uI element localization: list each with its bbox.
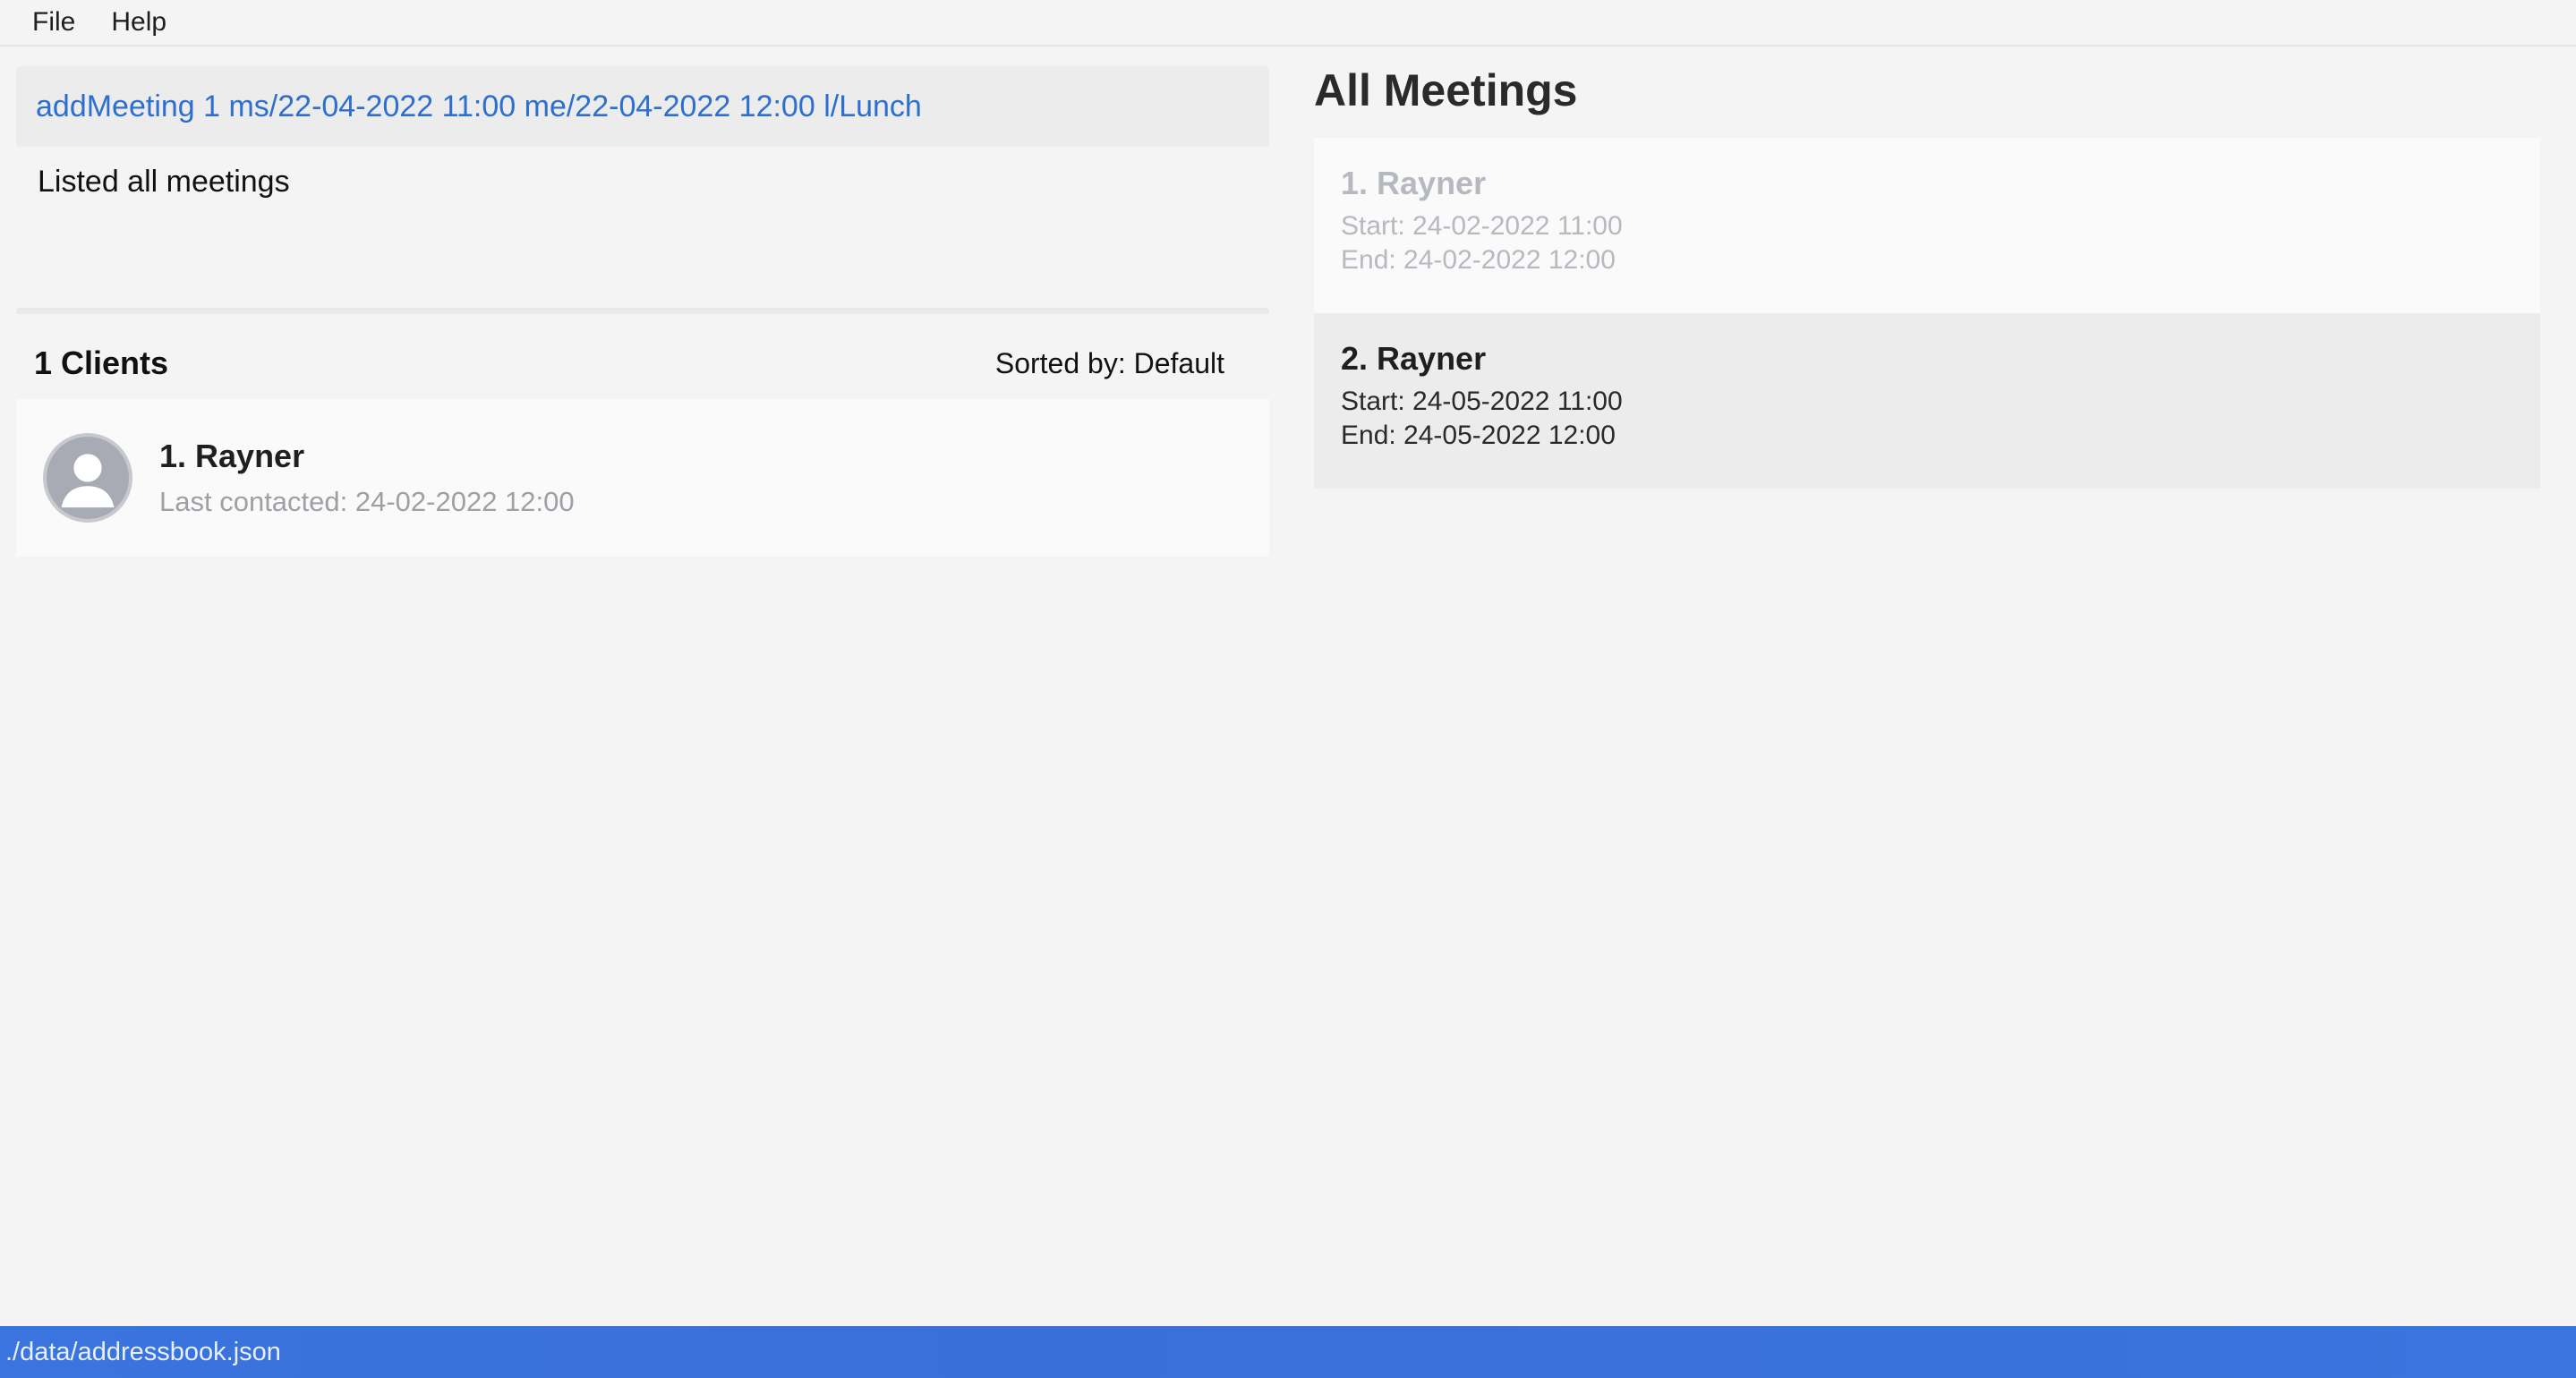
meeting-title: 2. Rayner (1341, 340, 1487, 377)
command-input[interactable]: addMeeting 1 ms/22-04-2022 11:00 me/22-0… (16, 66, 1269, 147)
client-name: 1. Rayner (159, 438, 305, 474)
meeting-end: End: 24-02-2022 12:00 (1341, 245, 1616, 275)
result-display: Listed all meetings (16, 152, 1269, 310)
status-file-path: ./data/addressbook.json (5, 1337, 281, 1366)
meetings-title: All Meetings (1314, 65, 1578, 115)
status-bar: ./data/addressbook.json (0, 1326, 2576, 1378)
meeting-start: Start: 24-05-2022 11:00 (1341, 387, 1623, 416)
meeting-card[interactable]: 2. Rayner Start: 24-05-2022 11:00 End: 2… (1314, 313, 2540, 489)
user-avatar-icon (43, 433, 132, 523)
result-message: Listed all meetings (38, 165, 290, 199)
meeting-card[interactable]: 1. Rayner Start: 24-02-2022 11:00 End: 2… (1314, 138, 2540, 313)
clients-header: 1 Clients Sorted by: Default (16, 338, 1269, 388)
menu-file[interactable]: File (32, 7, 75, 38)
clients-count: 1 Clients (34, 344, 169, 381)
command-text[interactable]: addMeeting 1 ms/22-04-2022 11:00 me/22-0… (36, 89, 922, 124)
meeting-start: Start: 24-02-2022 11:00 (1341, 211, 1623, 241)
meeting-title: 1. Rayner (1341, 165, 1487, 201)
sorted-by-label: Sorted by: Default (994, 346, 1224, 379)
client-info: 1. Rayner Last contacted: 24-02-2022 12:… (159, 438, 575, 518)
menu-bar: File Help (0, 0, 2576, 47)
menu-help[interactable]: Help (111, 7, 166, 38)
user-silhouette-icon (61, 454, 115, 508)
app-window: File Help addMeeting 1 ms/22-04-2022 11:… (0, 0, 2576, 1378)
meeting-end: End: 24-05-2022 12:00 (1341, 421, 1616, 450)
client-last-contacted: Last contacted: 24-02-2022 12:00 (159, 486, 575, 517)
result-divider[interactable] (16, 308, 1269, 314)
client-card[interactable]: 1. Rayner Last contacted: 24-02-2022 12:… (16, 399, 1269, 557)
